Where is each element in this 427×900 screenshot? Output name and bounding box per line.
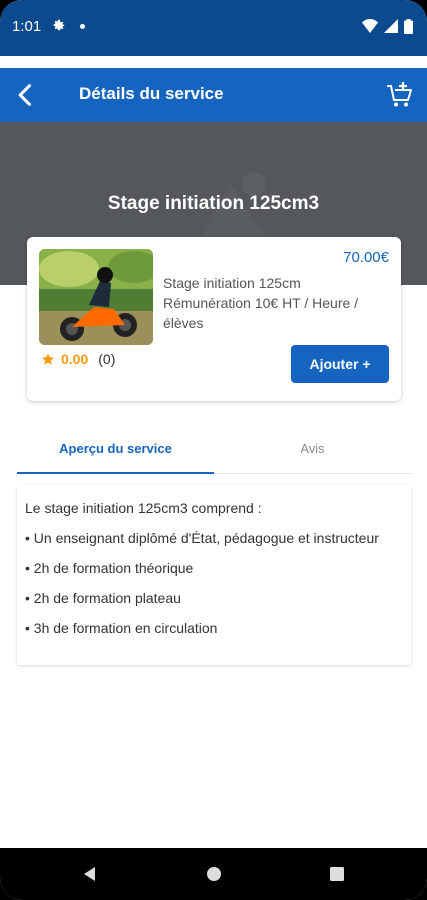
description-line: Stage initiation 125cm [163, 275, 301, 291]
signal-icon [384, 19, 398, 33]
description-intro: Le stage initiation 125cm3 comprend : [25, 500, 262, 516]
nav-back-icon[interactable] [80, 864, 100, 884]
nav-home-icon[interactable] [204, 864, 224, 884]
tab-bar: Aperçu du service Avis [17, 422, 411, 474]
status-time: 1:01 [12, 18, 42, 35]
settings-icon [53, 19, 65, 31]
service-image [39, 249, 153, 345]
add-button[interactable]: Ajouter + [291, 345, 389, 383]
status-bar: 1:01 [0, 0, 427, 56]
service-title: Stage initiation 125cm3 [107, 193, 320, 214]
battery-icon [404, 18, 413, 34]
tab-overview[interactable]: Aperçu du service [17, 422, 214, 474]
description-item: • 2h de formation plateau [25, 590, 181, 606]
rating-value: 0.00 [61, 351, 89, 367]
system-nav-bar [0, 848, 427, 900]
service-description: Stage initiation 125cm Rémunération 10€ … [163, 273, 395, 333]
notification-dot-icon [80, 24, 85, 29]
status-indicators [362, 18, 413, 34]
rating: 0.00 (0) [41, 351, 115, 367]
phone-screen: 1:01 Détails du service Stage initiation… [0, 0, 427, 900]
service-card: 70.00€ Stage initiation 125cm Rémunérati… [27, 237, 401, 401]
star-icon [41, 353, 55, 365]
description-item: • 2h de formation théorique [25, 560, 194, 576]
description-item: • 3h de formation en circulation [25, 620, 218, 636]
description-item: • Un enseignant diplômé d'État, pédagogu… [25, 530, 379, 546]
app-bar: Détails du service [0, 68, 427, 122]
wifi-icon [362, 19, 378, 33]
cart-add-icon[interactable] [385, 80, 415, 110]
nav-recents-icon[interactable] [327, 864, 347, 884]
description-panel: Le stage initiation 125cm3 comprend : • … [17, 485, 411, 665]
description-line: élèves [163, 315, 204, 331]
description-line: Rémunération 10€ HT / Heure / [163, 295, 359, 311]
tab-indicator [17, 472, 214, 474]
service-price: 70.00€ [343, 249, 389, 266]
page-title: Détails du service [79, 84, 224, 103]
rating-count: (0) [98, 351, 116, 367]
arrow-back-icon[interactable] [12, 81, 40, 109]
tab-reviews[interactable]: Avis [214, 422, 411, 474]
